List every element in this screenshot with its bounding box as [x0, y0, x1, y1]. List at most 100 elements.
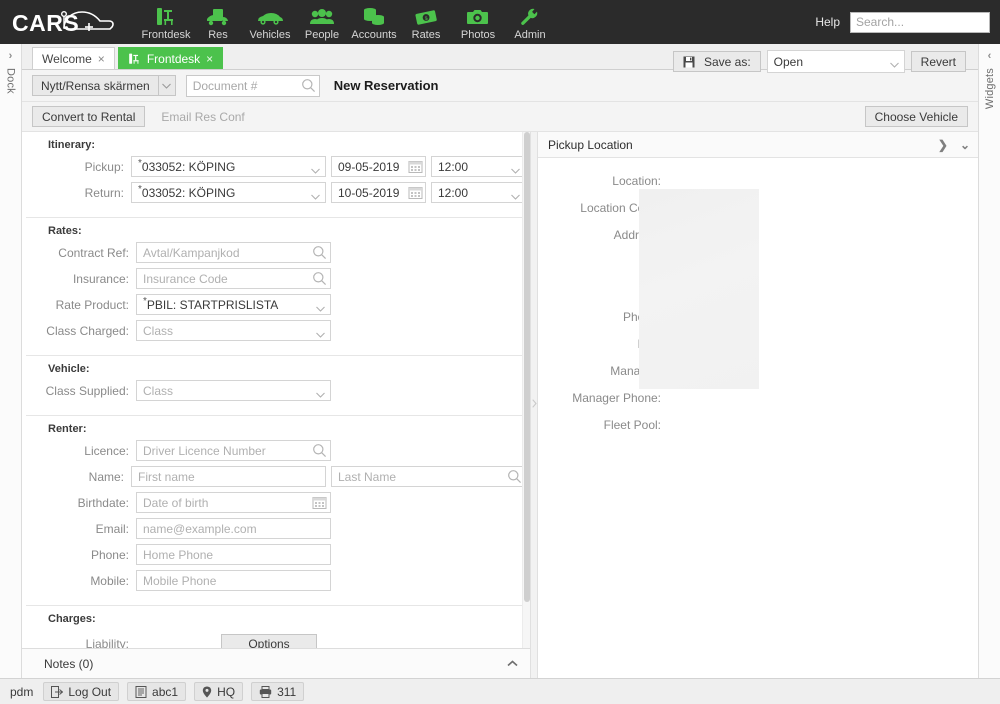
- chevron-down-icon: [311, 189, 320, 203]
- nav-item-people[interactable]: People: [296, 3, 348, 42]
- chevron-down-icon: [316, 327, 325, 341]
- return-location-control[interactable]: * 033052: KÖPING: [131, 182, 326, 203]
- frontdesk-icon: [128, 53, 141, 65]
- chevron-right-icon[interactable]: [532, 399, 537, 411]
- licence-input[interactable]: [136, 440, 331, 461]
- liability-options-button[interactable]: Options: [221, 634, 317, 649]
- return-date-control[interactable]: [331, 182, 426, 203]
- insurance-control[interactable]: [136, 268, 331, 289]
- chevron-down-icon: [890, 57, 899, 71]
- pickup-time-value: 12:00: [438, 160, 468, 174]
- email-control[interactable]: [136, 518, 331, 539]
- field-label: Return:: [26, 186, 131, 200]
- rate-product-control[interactable]: * PBIL: STARTPRISLISTA: [136, 294, 331, 315]
- contract-ref-input[interactable]: [136, 242, 331, 263]
- nav-item-admin[interactable]: Admin: [504, 3, 556, 42]
- first-name-control[interactable]: [131, 466, 326, 487]
- document-number-input[interactable]: [186, 75, 320, 97]
- nav-label: People: [305, 28, 339, 42]
- convert-to-rental-button[interactable]: Convert to Rental: [32, 106, 145, 127]
- class-supplied-control[interactable]: Class: [136, 380, 331, 401]
- insurance-input[interactable]: [136, 268, 331, 289]
- return-time-control[interactable]: 12:00: [431, 182, 526, 203]
- close-icon[interactable]: ×: [98, 53, 105, 65]
- first-name-input[interactable]: [131, 466, 326, 487]
- next-icon[interactable]: ❯: [938, 138, 948, 152]
- section-title: Rates:: [26, 225, 526, 237]
- tab-welcome[interactable]: Welcome ×: [32, 47, 115, 69]
- phone-input[interactable]: [136, 544, 331, 565]
- save-as-button[interactable]: Save as:: [673, 51, 761, 72]
- chevron-down-icon[interactable]: ⌄: [960, 138, 970, 152]
- last-name-control[interactable]: [331, 466, 526, 487]
- new-clear-screen-button[interactable]: Nytt/Rensa skärmen: [32, 75, 158, 96]
- dock-expand-icon[interactable]: ›: [9, 50, 13, 62]
- close-icon[interactable]: ×: [206, 53, 213, 65]
- location-button[interactable]: HQ: [194, 682, 243, 701]
- widgets-rail[interactable]: ‹ Widgets: [978, 44, 1000, 678]
- tab-frontdesk[interactable]: Frontdesk ×: [118, 47, 223, 69]
- chevron-up-icon[interactable]: [507, 658, 518, 670]
- help-link[interactable]: Help: [815, 15, 840, 29]
- email-input[interactable]: [136, 518, 331, 539]
- form-scrollbar[interactable]: [522, 132, 530, 648]
- pickup-location-pane: Pickup Location ❯ ⌄ Location:: [538, 132, 978, 678]
- section-title: Renter:: [26, 423, 526, 435]
- global-search-input[interactable]: [850, 12, 990, 33]
- scrollbar-thumb[interactable]: [524, 132, 530, 602]
- row-fleet-pool: Fleet Pool:: [538, 411, 978, 438]
- calendar-icon[interactable]: [408, 159, 423, 177]
- field-label: Liability:: [26, 637, 136, 648]
- pickup-location-title: Pickup Location: [548, 138, 633, 152]
- new-clear-screen-splitbutton[interactable]: Nytt/Rensa skärmen: [32, 75, 176, 96]
- pickup-location-select[interactable]: * 033052: KÖPING: [131, 156, 326, 177]
- last-name-input[interactable]: [331, 466, 526, 487]
- pickup-time-control[interactable]: 12:00: [431, 156, 526, 177]
- birthdate-input[interactable]: [136, 492, 331, 513]
- nav-item-vehicles[interactable]: Vehicles: [244, 3, 296, 42]
- chevron-down-icon: [511, 163, 520, 177]
- class-charged-select[interactable]: Class: [136, 320, 331, 341]
- return-location-select[interactable]: * 033052: KÖPING: [131, 182, 326, 203]
- mobile-control[interactable]: [136, 570, 331, 591]
- contract-ref-control[interactable]: [136, 242, 331, 263]
- birthdate-control[interactable]: [136, 492, 331, 513]
- licence-control[interactable]: [136, 440, 331, 461]
- pane-splitter[interactable]: [530, 132, 538, 678]
- choose-vehicle-button[interactable]: Choose Vehicle: [865, 106, 968, 127]
- return-location-value: 033052: KÖPING: [142, 186, 235, 200]
- nav-item-res[interactable]: Res: [192, 3, 244, 42]
- class-supplied-select[interactable]: Class: [136, 380, 331, 401]
- rate-product-select[interactable]: * PBIL: STARTPRISLISTA: [136, 294, 331, 315]
- company-button[interactable]: abc1: [127, 682, 186, 701]
- widgets-label: Widgets: [984, 68, 996, 109]
- phone-control[interactable]: [136, 544, 331, 565]
- pickup-time-select[interactable]: 12:00: [431, 156, 526, 177]
- logout-button[interactable]: Log Out: [43, 682, 119, 701]
- class-charged-control[interactable]: Class: [136, 320, 331, 341]
- cars-logo[interactable]: CARS: [12, 7, 122, 37]
- nav-item-photos[interactable]: Photos: [452, 3, 504, 42]
- return-time-select[interactable]: 12:00: [431, 182, 526, 203]
- reservation-status-select[interactable]: Open: [767, 50, 905, 73]
- nav-item-frontdesk[interactable]: Frontdesk: [140, 3, 192, 42]
- printer-button[interactable]: 311: [251, 682, 304, 701]
- pickup-date-control[interactable]: [331, 156, 426, 177]
- revert-button[interactable]: Revert: [911, 51, 966, 72]
- mobile-input[interactable]: [136, 570, 331, 591]
- nav-item-accounts[interactable]: Accounts: [348, 3, 400, 42]
- nav-item-rates[interactable]: $ Rates: [400, 3, 452, 42]
- chevron-down-icon[interactable]: [158, 75, 176, 96]
- dock-label: Dock: [5, 68, 17, 94]
- section-title: Charges:: [26, 613, 526, 625]
- field-label: Pickup:: [26, 160, 131, 174]
- nav-right-group: Help: [815, 0, 990, 44]
- notes-section-header[interactable]: Notes (0): [22, 648, 530, 678]
- pickup-location-control[interactable]: * 033052: KÖPING: [131, 156, 326, 177]
- field-row-email: Email:: [26, 518, 526, 539]
- email-res-conf-button: Email Res Conf: [151, 106, 254, 127]
- widgets-expand-icon[interactable]: ‹: [988, 50, 992, 62]
- dock-rail[interactable]: › Dock: [0, 44, 22, 678]
- svg-text:CARS: CARS: [12, 10, 79, 36]
- calendar-icon[interactable]: [408, 185, 423, 203]
